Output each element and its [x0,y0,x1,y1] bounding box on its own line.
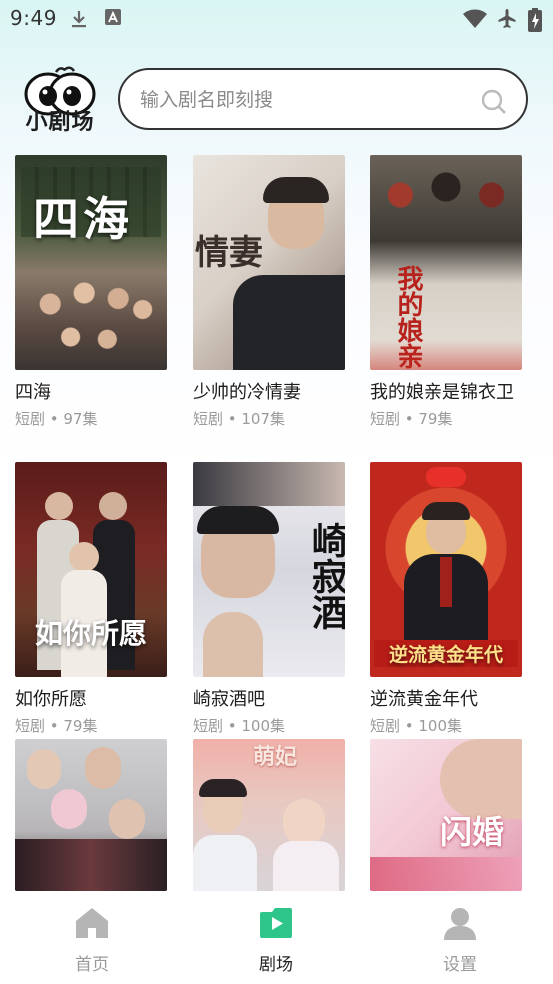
drama-card[interactable]: 萌妃 [193,739,345,901]
app-a-icon [105,9,121,25]
drama-title: 崎寂酒吧 [193,689,265,710]
drama-card[interactable]: 我的娘亲 我的娘亲是锦衣卫 短剧 • 79集 [370,155,522,429]
drama-poster[interactable] [15,739,167,891]
tab-theater-label: 剧场 [259,955,293,975]
logo-text: 小剧场 [25,110,95,135]
drama-card[interactable]: 四海 四海 短剧 • 97集 [15,155,167,429]
poster-title: 四海 [33,192,133,246]
poster-title: 如你所愿 [35,617,148,650]
bottom-nav: 首页 剧场 设置 [0,892,553,984]
tab-theater[interactable]: 剧场 [226,906,326,975]
drama-card[interactable]: 闪婚 [370,739,522,901]
drama-title: 我的娘亲是锦衣卫 [370,382,514,403]
drama-card[interactable] [15,739,167,901]
drama-card[interactable]: 逆流黄金年代 逆流黄金年代 短剧 • 100集 [370,462,522,736]
tab-home-label: 首页 [75,955,109,975]
search-input[interactable] [138,84,462,116]
user-icon [444,908,476,940]
poster-title: 闪婚 [440,813,505,851]
drama-poster[interactable]: 萌妃 [193,739,345,891]
drama-title: 逆流黄金年代 [370,689,478,710]
home-icon [76,908,108,938]
drama-poster[interactable]: 四海 [15,155,167,370]
search-icon[interactable] [480,88,508,116]
drama-poster[interactable]: 如你所愿 [15,462,167,677]
drama-poster[interactable]: 闪婚 [370,739,522,891]
drama-title: 如你所愿 [15,689,87,710]
airplane-icon [498,9,516,28]
battery-charging-icon [528,8,542,32]
drama-meta: 短剧 • 100集 [193,717,286,735]
drama-poster[interactable]: 情妻 [193,155,345,370]
drama-meta: 短剧 • 107集 [193,410,286,428]
play-icon [260,908,292,938]
status-bar: 9:49 [0,0,553,40]
drama-meta: 短剧 • 100集 [370,717,463,735]
drama-meta: 短剧 • 97集 [15,410,98,428]
drama-meta: 短剧 • 79集 [370,410,453,428]
poster-title: 逆流黄金年代 [374,640,518,667]
drama-card[interactable]: 情妻 少帅的冷情妻 短剧 • 107集 [193,155,345,429]
drama-title: 四海 [15,382,51,403]
tab-settings-label: 设置 [443,955,477,975]
poster-title: 情妻 [195,233,263,273]
poster-title: 萌妃 [253,744,298,770]
tab-home[interactable]: 首页 [42,906,142,975]
drama-card[interactable]: 如你所愿 如你所愿 短剧 • 79集 [15,462,167,736]
download-icon [72,11,86,28]
wifi-icon [463,9,487,28]
drama-poster[interactable]: 我的娘亲 [370,155,522,370]
drama-title: 少帅的冷情妻 [193,382,301,403]
app-logo: 小剧场 [20,66,100,138]
header: 小剧场 [0,62,553,142]
tab-settings[interactable]: 设置 [410,906,510,975]
drama-card[interactable]: 崎寂酒 崎寂酒吧 短剧 • 100集 [193,462,345,736]
poster-title: 崎寂酒 [306,522,345,630]
search-bar[interactable] [118,68,528,130]
drama-meta: 短剧 • 79集 [15,717,98,735]
drama-poster[interactable]: 崎寂酒 [193,462,345,677]
status-time: 9:49 [10,6,57,30]
drama-poster[interactable]: 逆流黄金年代 [370,462,522,677]
